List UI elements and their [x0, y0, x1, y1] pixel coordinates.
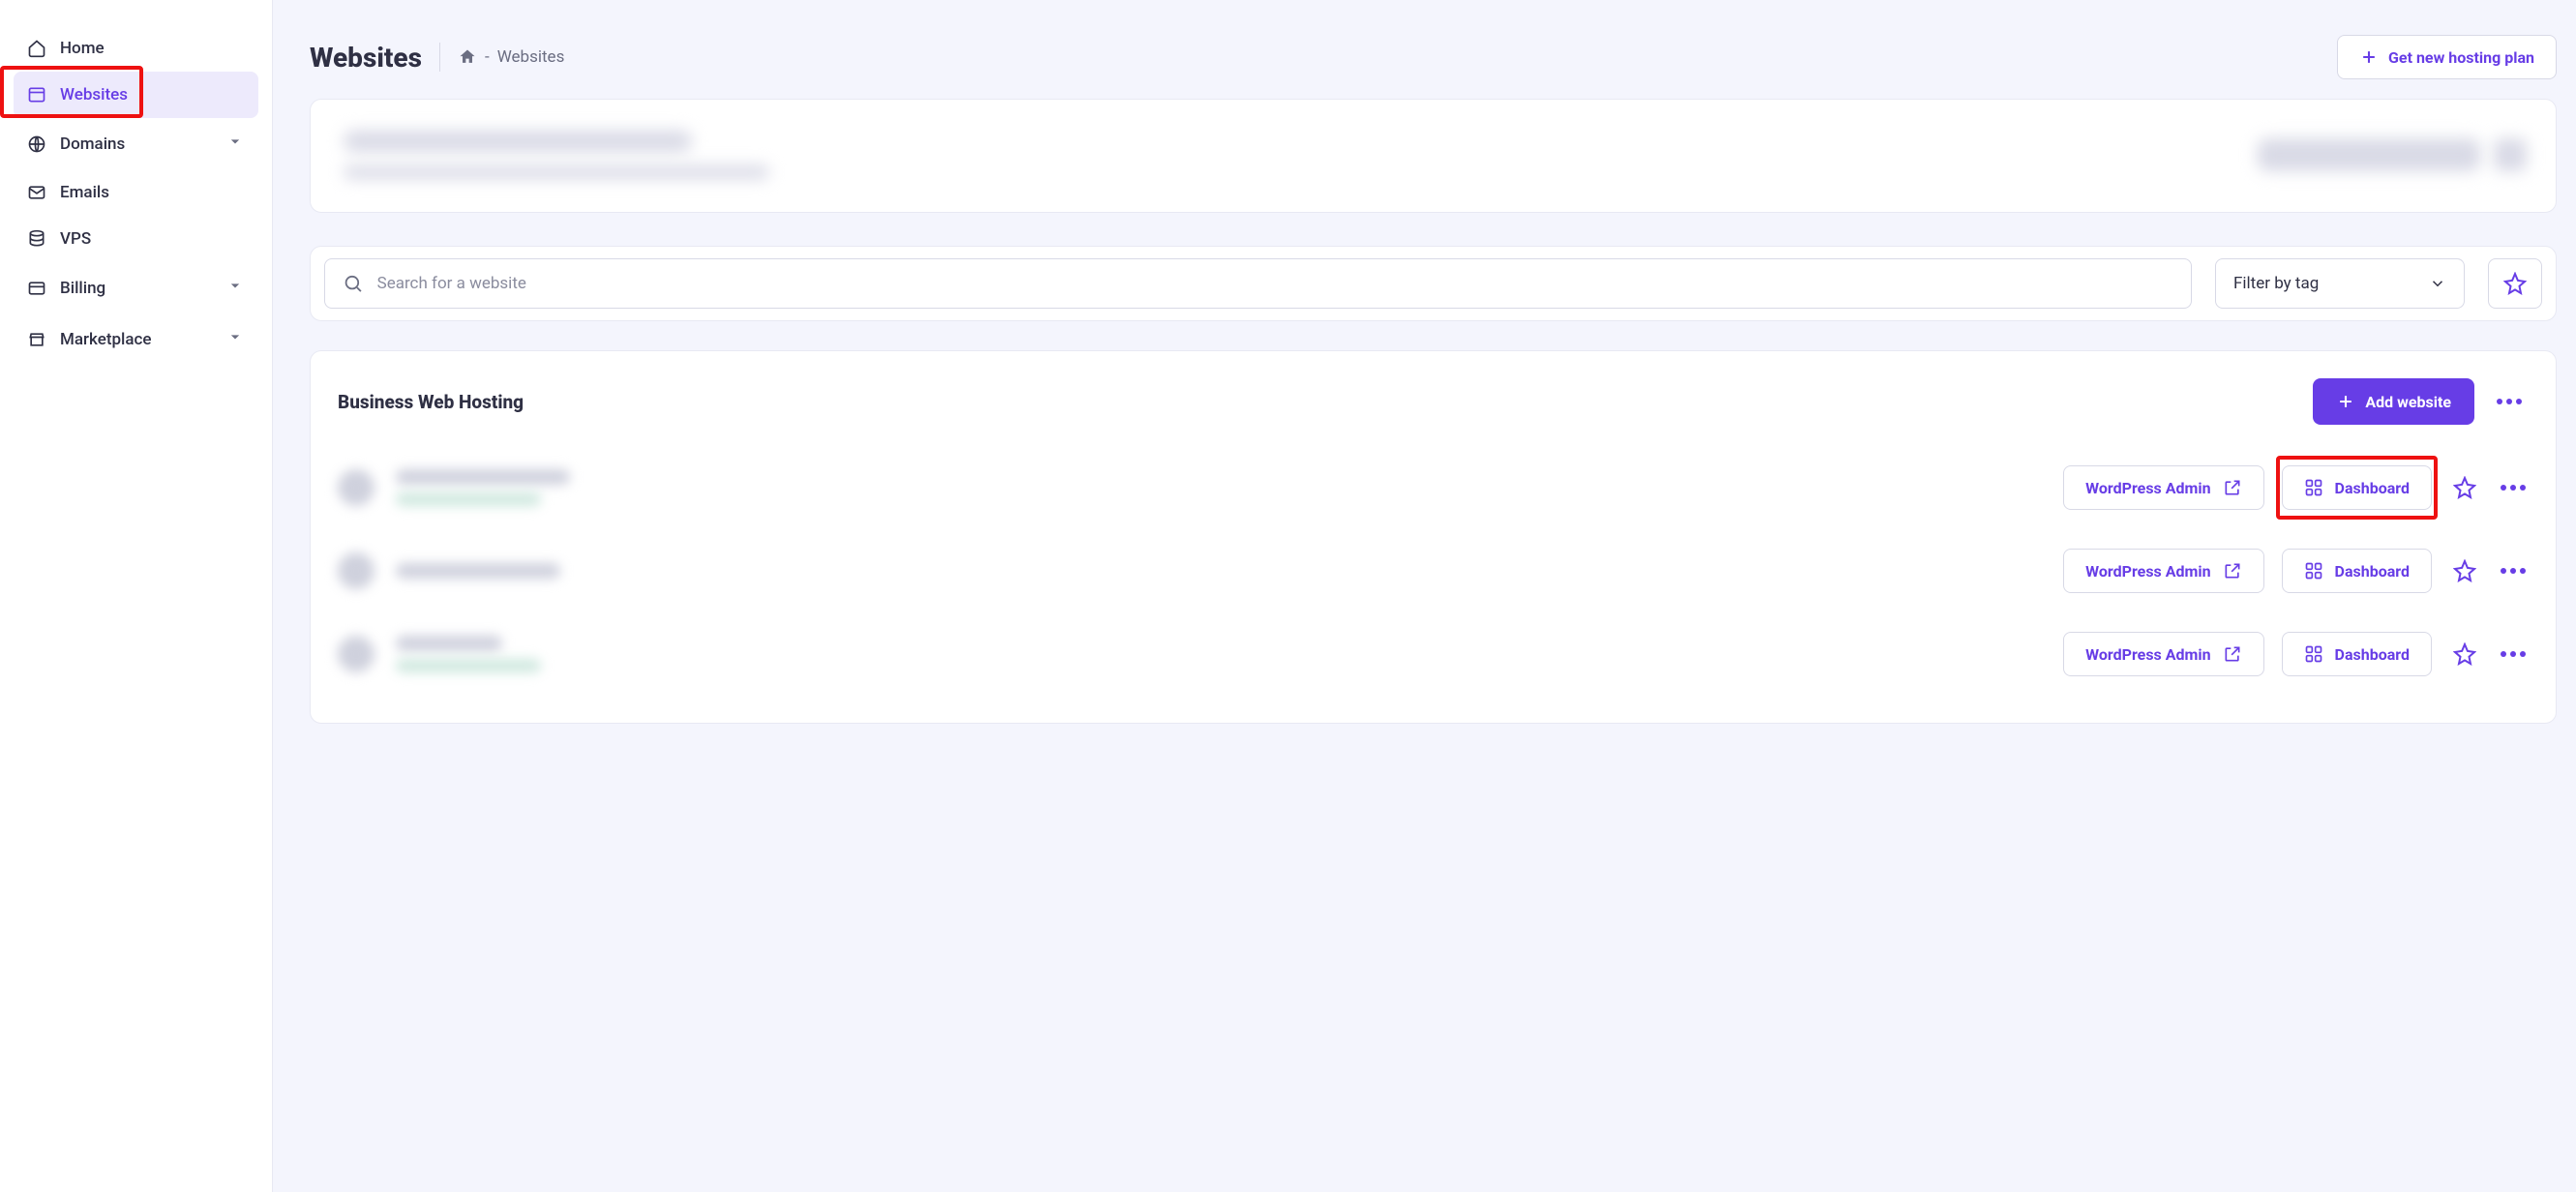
website-row: WordPress Admin Dashboard [338, 446, 2529, 529]
sidebar-item-domains[interactable]: Domains [14, 118, 258, 169]
sidebar-item-websites[interactable]: Websites [14, 72, 258, 118]
site-favicon [338, 636, 374, 672]
favorite-toggle[interactable] [2449, 555, 2480, 586]
sidebar-item-label: Marketplace [60, 330, 152, 349]
button-label: WordPress Admin [2085, 562, 2210, 581]
main-content: Websites - Websites Get new hosting plan [273, 0, 2576, 1192]
external-link-icon [2223, 644, 2242, 664]
hosting-plan-title: Business Web Hosting [338, 391, 524, 413]
website-row-menu[interactable] [2498, 472, 2529, 503]
search-input-wrap[interactable] [324, 258, 2192, 309]
wordpress-admin-button[interactable]: WordPress Admin [2063, 632, 2263, 676]
button-label: Add website [2365, 393, 2451, 411]
blurred-site-status [396, 492, 541, 506]
dashboard-button[interactable]: Dashboard [2282, 465, 2432, 510]
hosting-plan-menu[interactable] [2490, 382, 2529, 421]
blurred-text [344, 165, 769, 179]
sidebar-item-label: Websites [60, 85, 128, 104]
grid-icon [2304, 478, 2323, 497]
sidebar-item-home[interactable]: Home [14, 25, 258, 72]
website-row-menu[interactable] [2498, 555, 2529, 586]
filter-by-tag-select[interactable]: Filter by tag [2215, 258, 2465, 309]
page-title: Websites [310, 42, 422, 74]
favorite-toggle[interactable] [2449, 472, 2480, 503]
breadcrumb: - Websites [458, 47, 564, 67]
star-icon [2503, 272, 2527, 295]
blurred-square [2494, 138, 2527, 171]
breadcrumb-current: Websites [497, 47, 565, 67]
mail-icon [27, 183, 46, 202]
star-icon [2453, 559, 2476, 582]
button-label: WordPress Admin [2085, 479, 2210, 497]
button-label: Dashboard [2335, 562, 2410, 581]
store-icon [27, 330, 46, 349]
button-label: Get new hosting plan [2388, 48, 2534, 67]
favorites-filter-button[interactable] [2488, 258, 2542, 309]
window-icon [27, 85, 46, 104]
button-label: WordPress Admin [2085, 645, 2210, 664]
site-favicon [338, 469, 374, 506]
sidebar-item-billing[interactable]: Billing [14, 262, 258, 313]
blurred-site-name [396, 563, 560, 579]
header-separator [439, 43, 440, 72]
wordpress-admin-button[interactable]: WordPress Admin [2063, 549, 2263, 593]
sidebar-item-marketplace[interactable]: Marketplace [14, 313, 258, 365]
chevron-down-icon [225, 276, 245, 300]
page-header: Websites - Websites Get new hosting plan [310, 35, 2557, 79]
search-input[interactable] [377, 274, 2173, 293]
sidebar-item-label: Emails [60, 183, 109, 202]
select-label: Filter by tag [2233, 274, 2319, 293]
dots-horizontal-icon [2501, 485, 2526, 491]
chevron-down-icon [225, 327, 245, 351]
website-row: WordPress Admin Dashboard [338, 529, 2529, 612]
sidebar-item-label: VPS [60, 229, 91, 249]
dashboard-button[interactable]: Dashboard [2282, 549, 2432, 593]
sidebar-item-label: Billing [60, 279, 105, 298]
globe-icon [27, 134, 46, 154]
button-label: Dashboard [2335, 479, 2410, 497]
home-icon[interactable] [458, 47, 477, 67]
blurred-site-name [396, 636, 502, 651]
sidebar-item-vps[interactable]: VPS [14, 216, 258, 262]
breadcrumb-sep: - [485, 47, 490, 67]
blurred-site-name [396, 469, 570, 485]
plus-icon [2336, 392, 2355, 411]
filter-row: Filter by tag [310, 246, 2557, 321]
database-icon [27, 229, 46, 249]
chevron-down-icon [225, 132, 245, 156]
site-favicon [338, 552, 374, 589]
grid-icon [2304, 644, 2323, 664]
home-icon [27, 39, 46, 58]
grid-icon [2304, 561, 2323, 581]
sidebar-item-label: Domains [60, 134, 125, 154]
dots-horizontal-icon [2501, 568, 2526, 574]
website-row: WordPress Admin Dashboard [338, 612, 2529, 696]
blurred-text [344, 131, 692, 152]
sidebar-item-emails[interactable]: Emails [14, 169, 258, 216]
promo-banner [310, 99, 2557, 213]
get-new-hosting-button[interactable]: Get new hosting plan [2337, 35, 2557, 79]
sidebar-item-label: Home [60, 39, 105, 58]
search-icon [343, 273, 364, 294]
dashboard-button[interactable]: Dashboard [2282, 632, 2432, 676]
blurred-site-status [396, 659, 541, 672]
sidebar: Home Websites Domains Emails VPS Billing [0, 0, 273, 1192]
add-website-button[interactable]: Add website [2313, 378, 2474, 425]
button-label: Dashboard [2335, 645, 2410, 664]
credit-card-icon [27, 279, 46, 298]
chevron-down-icon [2429, 275, 2446, 292]
hosting-plan-card: Business Web Hosting Add website [310, 350, 2557, 724]
favorite-toggle[interactable] [2449, 639, 2480, 670]
dots-horizontal-icon [2497, 399, 2522, 404]
wordpress-admin-button[interactable]: WordPress Admin [2063, 465, 2263, 510]
external-link-icon [2223, 478, 2242, 497]
website-row-menu[interactable] [2498, 639, 2529, 670]
external-link-icon [2223, 561, 2242, 581]
dots-horizontal-icon [2501, 651, 2526, 657]
star-icon [2453, 642, 2476, 666]
plus-icon [2359, 47, 2379, 67]
blurred-pill [2258, 138, 2480, 171]
star-icon [2453, 476, 2476, 499]
